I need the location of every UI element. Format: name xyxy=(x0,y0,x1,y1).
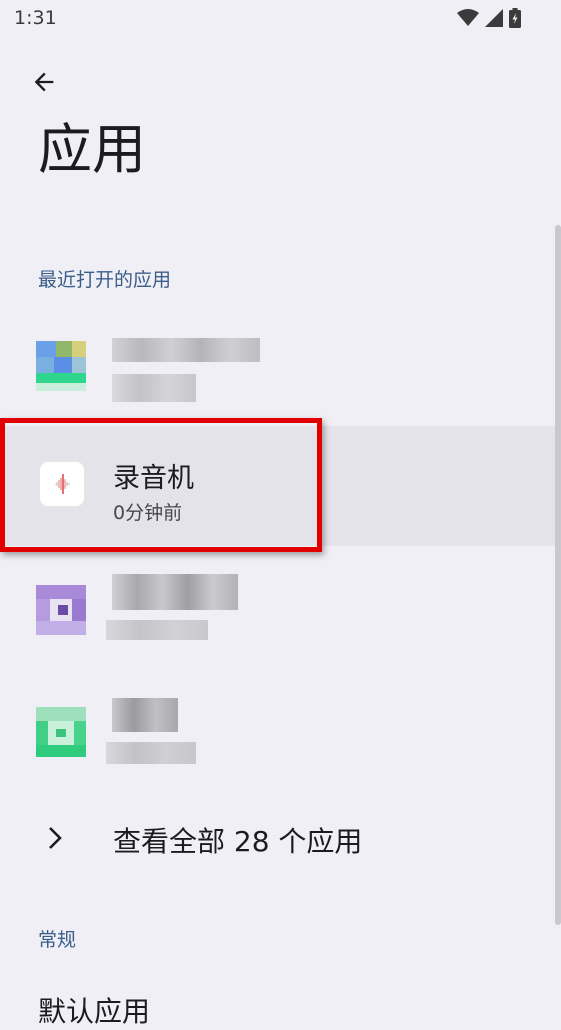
app-name: 录音机 xyxy=(113,463,194,494)
page-title: 应用 xyxy=(38,118,146,181)
status-bar: 1:31 xyxy=(0,0,561,40)
cellular-signal-icon xyxy=(485,9,503,27)
app-icon xyxy=(36,707,86,757)
app-row[interactable] xyxy=(0,670,556,790)
back-button[interactable] xyxy=(22,60,66,104)
section-header-general: 常规 xyxy=(38,929,77,951)
see-all-apps-label: 查看全部 28 个应用 xyxy=(113,825,363,858)
app-row-recorder[interactable]: 录音机 0分钟前 xyxy=(0,426,556,546)
app-row[interactable] xyxy=(0,304,556,424)
status-time: 1:31 xyxy=(14,7,57,29)
see-all-apps-row[interactable]: 查看全部 28 个应用 xyxy=(0,790,556,886)
app-row[interactable] xyxy=(0,548,556,668)
blurred-app-name xyxy=(112,698,178,732)
blurred-app-time xyxy=(112,374,196,402)
arrow-back-icon xyxy=(34,72,54,92)
default-apps-item[interactable]: 默认应用 xyxy=(38,990,150,1030)
chevron-right-icon xyxy=(49,827,62,849)
waveform-icon xyxy=(54,474,70,494)
blurred-app-name xyxy=(112,574,238,610)
app-last-opened: 0分钟前 xyxy=(113,502,183,524)
app-icon xyxy=(36,341,86,391)
blurred-app-time xyxy=(106,742,196,764)
blurred-app-time xyxy=(106,620,208,640)
scrollbar[interactable] xyxy=(555,225,561,925)
blurred-app-name xyxy=(112,338,260,362)
status-icons xyxy=(457,8,521,28)
app-icon xyxy=(36,585,86,635)
recorder-app-icon xyxy=(40,462,84,506)
wifi-icon xyxy=(457,9,479,26)
battery-icon xyxy=(509,8,521,28)
section-header-recent: 最近打开的应用 xyxy=(38,269,172,291)
